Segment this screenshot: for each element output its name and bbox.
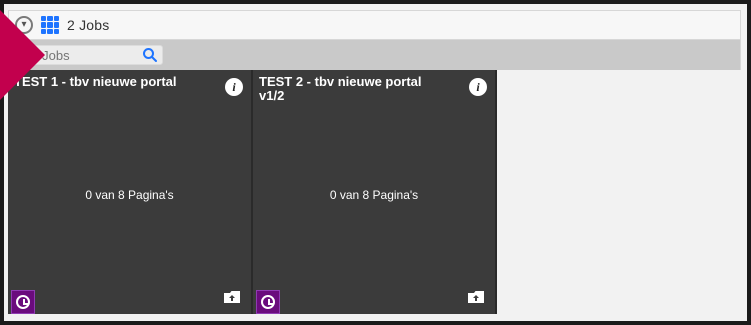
search-icon[interactable] [141,46,159,64]
info-icon[interactable]: i [225,78,243,96]
grid-cell [47,16,53,22]
grid-cell [47,28,53,34]
grid-cell [53,22,59,28]
folder-upload-icon[interactable] [467,290,485,304]
grid-cell [53,16,59,22]
clock-glyph [16,295,30,309]
jobs-count-label: 2 Jobs [67,17,110,33]
clock-glyph [261,295,275,309]
job-pages-label: 0 van 8 Pagina's [329,188,419,202]
clock-icon[interactable] [11,290,35,314]
grid-cell [47,22,53,28]
folder-upload-icon[interactable] [223,290,241,304]
job-card[interactable]: TEST 2 - tbv nieuwe portal v1/2 i 0 van … [252,70,496,314]
empty-job-slot [496,70,741,314]
grid-cell [53,28,59,34]
jobs-grid: TEST 1 - tbv nieuwe portal i 0 van 8 Pag… [8,70,741,314]
job-pages-label: 0 van 8 Pagina's [85,188,174,202]
jobs-header: ▾ 2 Jobs [8,10,741,40]
job-title: TEST 2 - tbv nieuwe portal v1/2 [259,74,422,103]
accent-triangle [0,10,45,100]
job-card[interactable]: TEST 1 - tbv nieuwe portal i 0 van 8 Pag… [8,70,252,314]
info-icon[interactable]: i [469,78,487,96]
search-bar [8,40,741,70]
clock-icon[interactable] [256,290,280,314]
